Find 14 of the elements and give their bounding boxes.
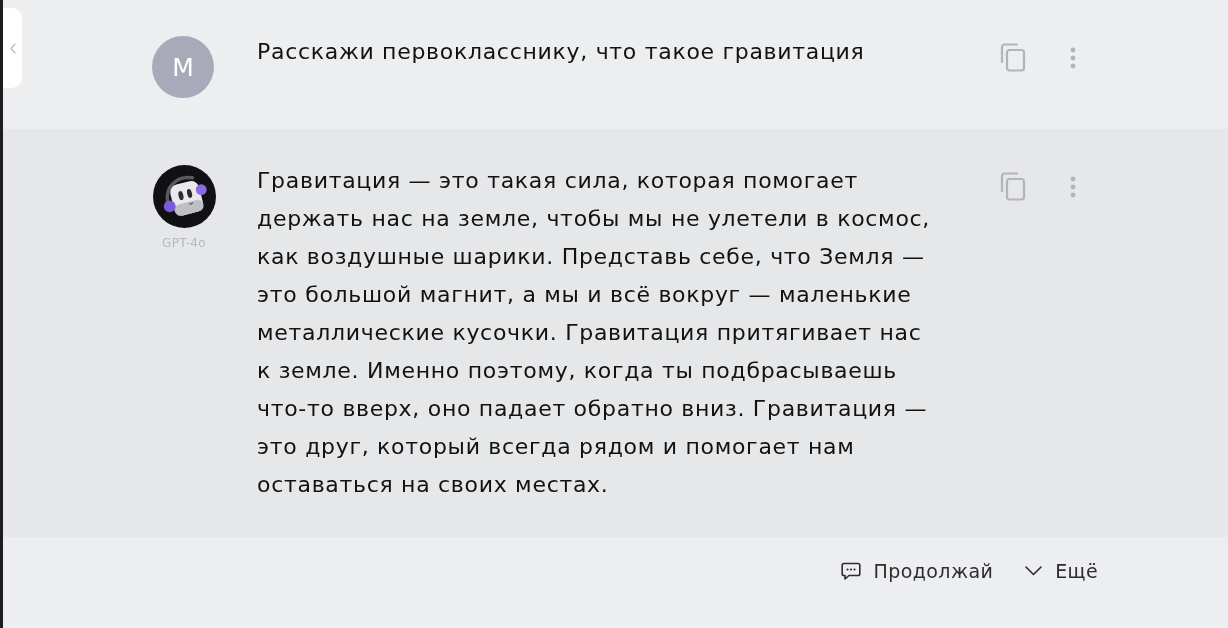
- continue-button[interactable]: Продолжай: [840, 559, 994, 583]
- message-text: Гравитация — это такая сила, которая помогает держать нас на земле, чтобы мы не улетели в космос, как воздушные шарики. Представь себе, что Земля — это большой магнит, а мы и всё вокруг — маленькие металлические кусочки. Гравитация притягивает нас к земле. Именно поэтому, когда ты подбрасываешь что-то вверх, оно падает обратно вниз. Гравитация — это друг, который всегда рядом и помогает нам оставаться на своих местах.: [257, 167, 932, 499]
- sidebar-toggle[interactable]: [3, 8, 22, 88]
- user-avatar: M: [152, 36, 214, 98]
- vertical-dots-icon[interactable]: [1070, 176, 1076, 198]
- chevron-down-icon: [1025, 566, 1043, 576]
- chat-bubble-icon: [840, 562, 861, 580]
- robot-avatar-icon: [152, 165, 216, 228]
- copy-icon[interactable]: [1000, 172, 1026, 201]
- more-button[interactable]: Ещё: [1025, 559, 1098, 583]
- message-text: Расскажи первокласснику, что такое гравитация: [257, 38, 866, 66]
- copy-icon[interactable]: [1000, 43, 1026, 72]
- vertical-dots-icon[interactable]: [1070, 47, 1076, 69]
- chevron-left-icon: [9, 42, 16, 54]
